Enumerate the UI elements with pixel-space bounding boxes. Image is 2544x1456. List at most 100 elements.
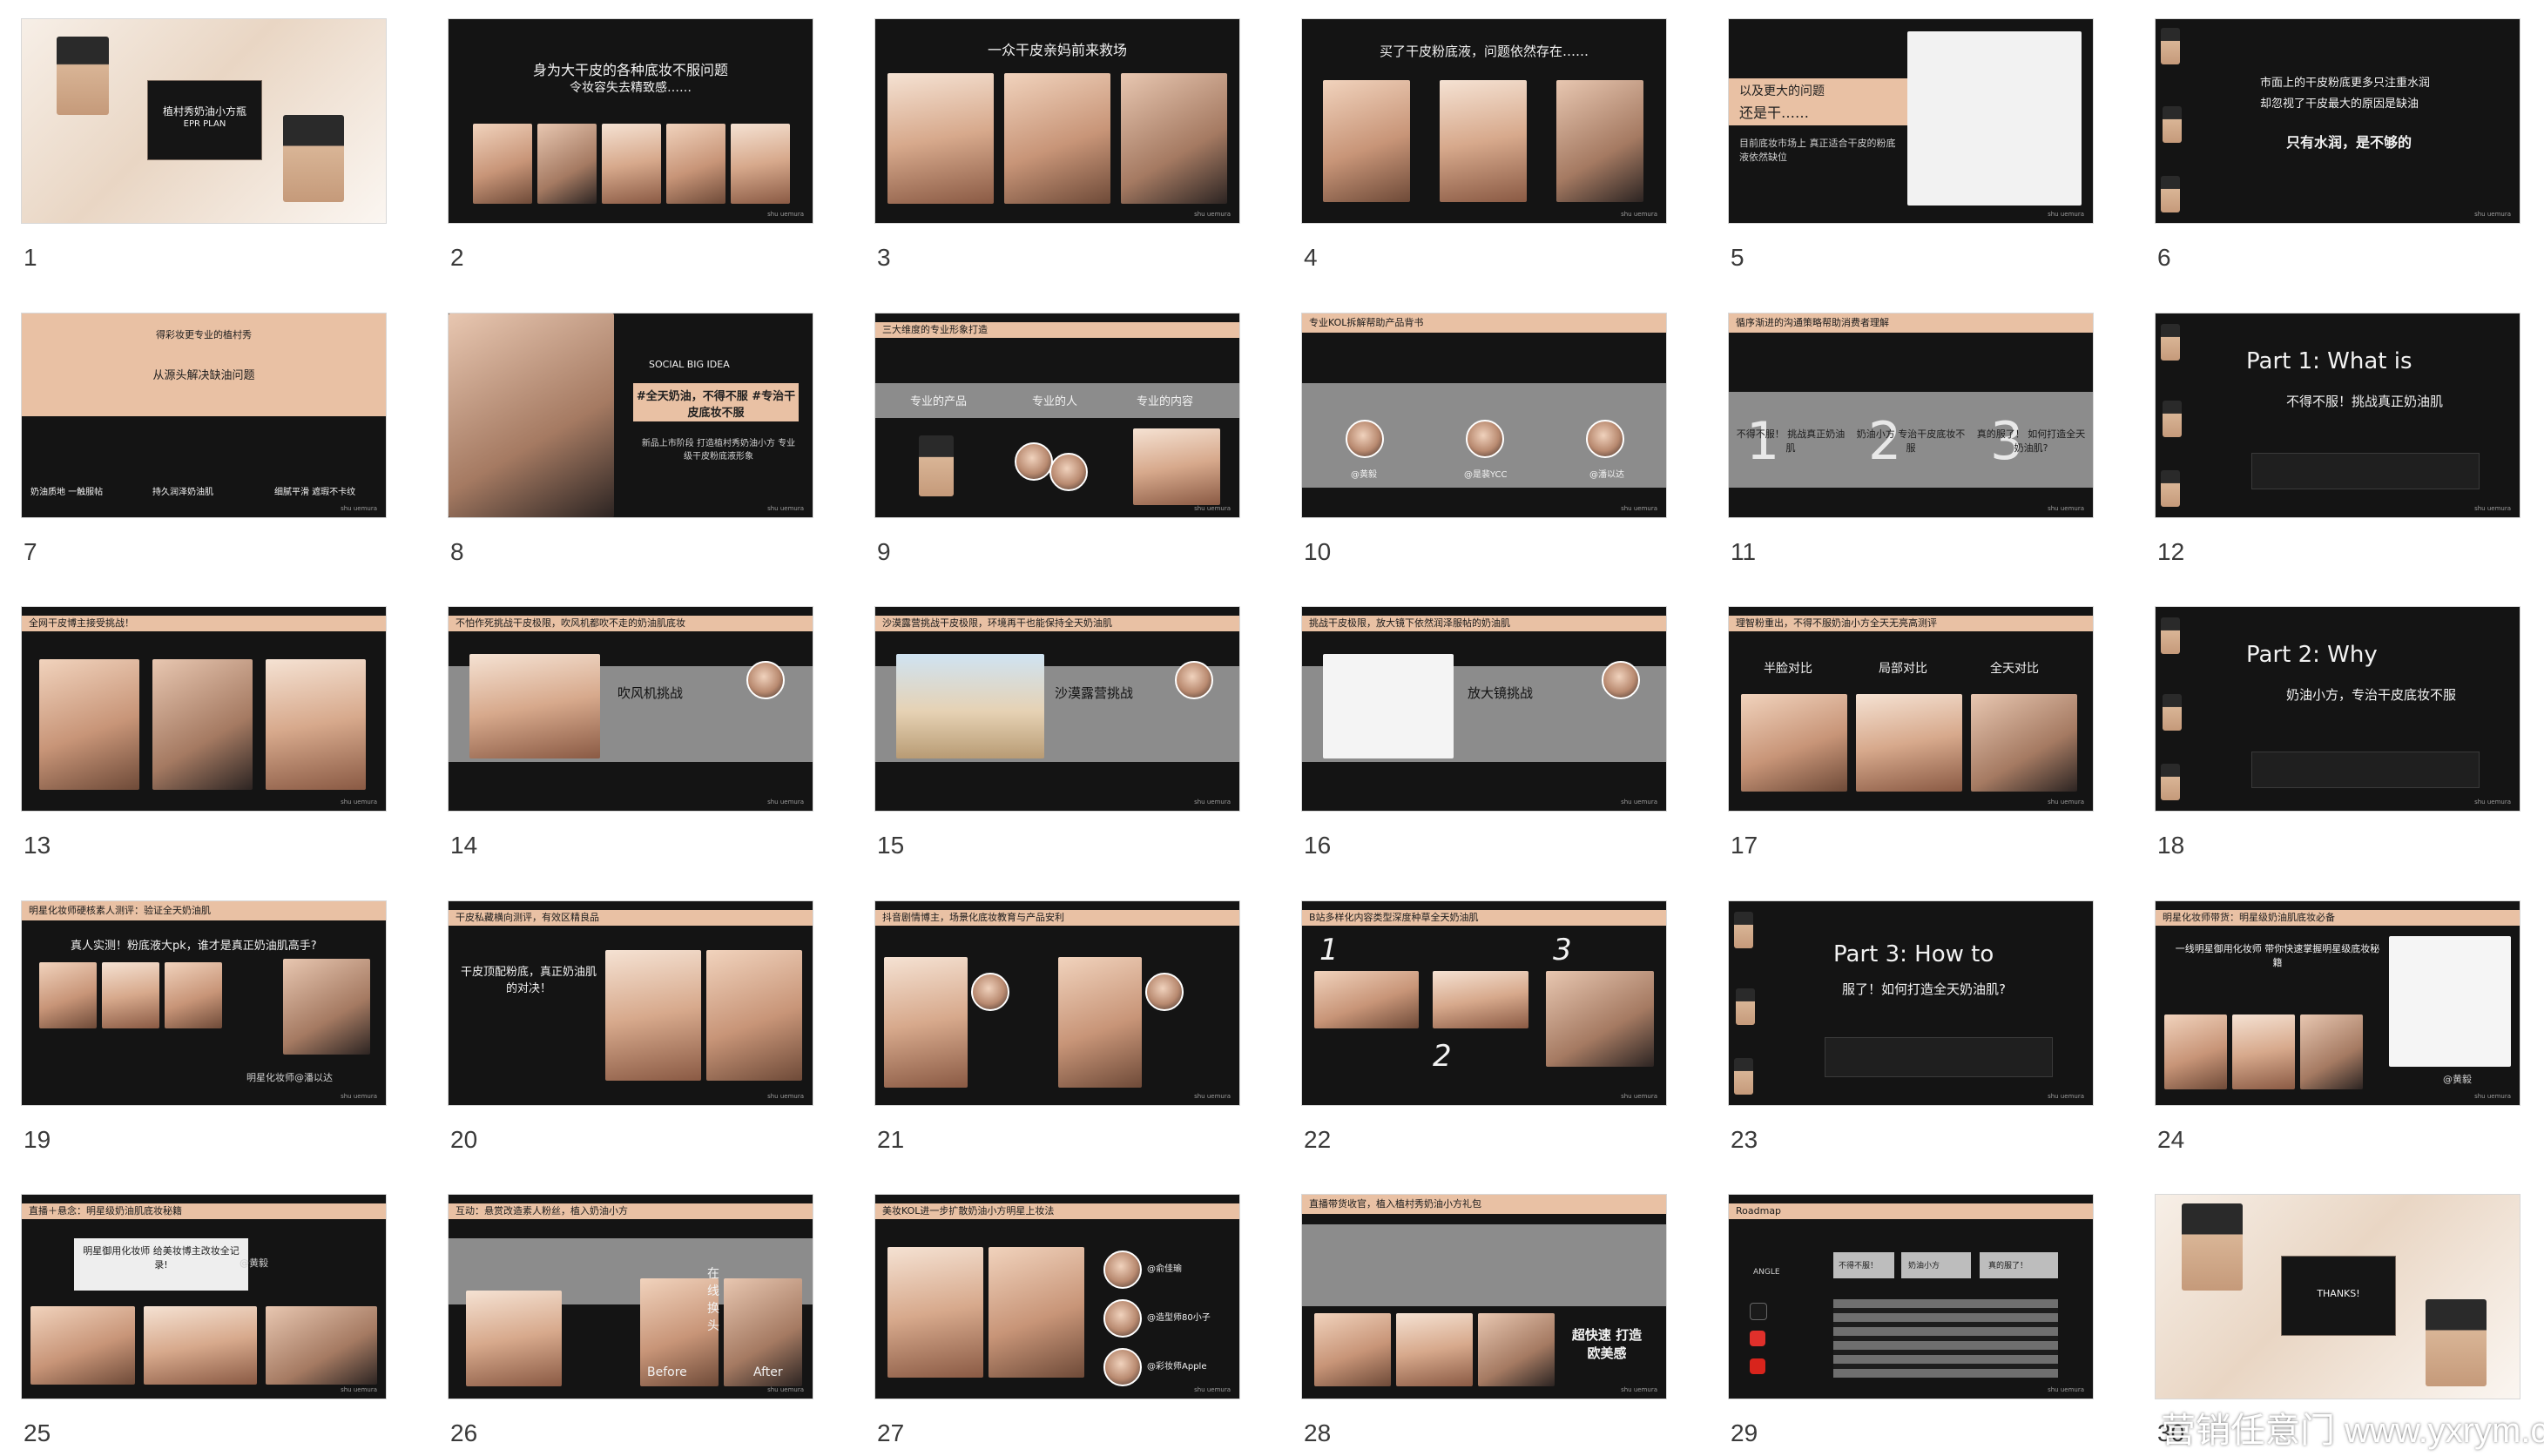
slide-body: 只有水润，是不够的	[2286, 134, 2412, 151]
product-bottle-image	[2161, 28, 2180, 64]
after-label: After	[753, 1365, 783, 1379]
slide-thumbnail[interactable]: 一众干皮亲妈前来救场 shu uemura	[875, 19, 1239, 223]
slide-subtitle: 从源头解决缺油问题	[152, 369, 255, 382]
pillar-label: 专业的产品	[910, 395, 968, 408]
slide-thumbnail[interactable]: THANKS!	[2156, 1195, 2520, 1399]
slide-title-bar: 互动：悬赏改造素人粉丝，植入奶油小方	[449, 1203, 813, 1219]
douyin-video-cover	[1058, 957, 1142, 1088]
slide-12[interactable]: Part 1: What is 不得不服！挑战真正奶油肌 shu uemura …	[2156, 313, 2520, 575]
slide-subtitle: 服了！如何打造全天奶油肌?	[1842, 981, 2006, 997]
step-label: 不得不服！ 挑战真正奶油肌	[1736, 428, 1846, 454]
slide-title-bar: 循序渐进的沟通策略帮助消费者理解	[1729, 313, 2093, 333]
product-bottle-image	[2182, 1203, 2243, 1291]
slide-15[interactable]: 沙漠露营挑战干皮极限，环境再干也能保持全天奶油肌 沙漠露营挑战 shu uemu…	[875, 607, 1239, 868]
product-bottle-image	[2426, 1299, 2487, 1386]
test-photo	[165, 962, 222, 1028]
slide-1[interactable]: 植村秀奶油小方瓶 EPR PLAN 1	[22, 19, 386, 280]
slide-27[interactable]: 美妆KOL进一步扩散奶油小方明星上妆法 @俞佳瑜 @造型师80小子 @彩妆师Ap…	[875, 1195, 1239, 1456]
slide-19[interactable]: 明星化妆师硬核素人测评：验证全天奶油肌 真人实测！粉底液大pk，谁才是真正奶油肌…	[22, 901, 386, 1163]
kol-avatar	[746, 661, 785, 699]
slide-21[interactable]: 抖音剧情博主，场景化底妆教育与产品安利 shu uemura 21	[875, 901, 1239, 1163]
slide-thumbnail[interactable]: 沙漠露营挑战干皮极限，环境再干也能保持全天奶油肌 沙漠露营挑战 shu uemu…	[875, 607, 1239, 811]
slide-number: 17	[1731, 832, 1758, 859]
slide-4[interactable]: 买了干皮粉底液，问题依然存在…… shu uemura 4	[1302, 19, 1666, 280]
brand-logo: shu uemura	[1621, 211, 1657, 218]
slide-subtitle: 一线明星御用化妆师 带你快速掌握明星级底妆秘籍	[2175, 943, 2380, 968]
slide-thumbnail[interactable]: 市面上的干皮粉底更多只注重水润 却忽视了干皮最大的原因是缺油 只有水润，是不够的…	[2156, 19, 2520, 223]
slide-thumbnail[interactable]: 不怕作死挑战干皮极限，吹风机都吹不走的奶油肌底妆 吹风机挑战 shu uemur…	[449, 607, 813, 811]
slide-thumbnail[interactable]: 买了干皮粉底液，问题依然存在…… shu uemura	[1302, 19, 1666, 223]
slide-thumbnail[interactable]: B站多样化内容类型深度种草全天奶油肌 1 3 2 shu uemura	[1302, 901, 1666, 1105]
kol-avatar	[1602, 661, 1640, 699]
slide-26[interactable]: 互动：悬赏改造素人粉丝，植入奶油小方 Before After 在线换头 shu…	[449, 1195, 813, 1456]
blogger-photo	[266, 659, 366, 790]
slide-thumbnail[interactable]: 直播带货收官，植入植村秀奶油小方礼包 超快速 打造 欧美感 shu uemura	[1302, 1195, 1666, 1399]
product-bottle-image	[1736, 988, 1755, 1025]
slide-thumbnail[interactable]: 直播＋悬念：明星级奶油肌底妆秘籍 明星御用化妆师 给美妆博主改妆全记录! @黄毅…	[22, 1195, 386, 1399]
slide-25[interactable]: 直播＋悬念：明星级奶油肌底妆秘籍 明星御用化妆师 给美妆博主改妆全记录! @黄毅…	[22, 1195, 386, 1456]
slide-17[interactable]: 理智粉重出，不得不服奶油小方全天无亮高测评 半脸对比 局部对比 全天对比 shu…	[1729, 607, 2093, 868]
slide-6[interactable]: 市面上的干皮粉底更多只注重水润 却忽视了干皮最大的原因是缺油 只有水润，是不够的…	[2156, 19, 2520, 280]
slide-thumbnail[interactable]: 挑战干皮极限，放大镜下依然润泽服帖的奶油肌 放大镜挑战 shu uemura	[1302, 607, 1666, 811]
slide-11[interactable]: 循序渐进的沟通策略帮助消费者理解 1 2 3 不得不服！ 挑战真正奶油肌 奶油小…	[1729, 313, 2093, 575]
slide-thumbnail[interactable]: Roadmap ANGLE 不得不服！ 奶油小方 真的服了！ shu uemur…	[1729, 1195, 2093, 1399]
slide-thumbnail[interactable]: 明星化妆师带货：明星级奶油肌底妆必备 一线明星御用化妆师 带你快速掌握明星级底妆…	[2156, 901, 2520, 1105]
slide-10[interactable]: 专业KOL拆解帮助产品背书 @黄毅 @是裴YCC @潘以达 shu uemura…	[1302, 313, 1666, 575]
kol-post-screenshot	[887, 1247, 983, 1378]
slide-28[interactable]: 直播带货收官，植入植村秀奶油小方礼包 超快速 打造 欧美感 shu uemura…	[1302, 1195, 1666, 1456]
slide-thumbnail[interactable]: 抖音剧情博主，场景化底妆教育与产品安利 shu uemura	[875, 901, 1239, 1105]
brand-logo: shu uemura	[1621, 1093, 1657, 1100]
slide-thumbnail[interactable]: 专业KOL拆解帮助产品背书 @黄毅 @是裴YCC @潘以达 shu uemura	[1302, 313, 1666, 517]
slide-24[interactable]: 明星化妆师带货：明星级奶油肌底妆必备 一线明星御用化妆师 带你快速掌握明星级底妆…	[2156, 901, 2520, 1163]
slide-thumbnail[interactable]: Part 2: Why 奶油小方，专治干皮底妆不服 shu uemura	[2156, 607, 2520, 811]
slide-thumbnail[interactable]: SOCIAL BIG IDEA #全天奶油，不得不服 #专治干皮底妆不服 新品上…	[449, 313, 813, 517]
slide-thumbnail[interactable]: 美妆KOL进一步扩散奶油小方明星上妆法 @俞佳瑜 @造型师80小子 @彩妆师Ap…	[875, 1195, 1239, 1399]
slide-22[interactable]: B站多样化内容类型深度种草全天奶油肌 1 3 2 shu uemura 22	[1302, 901, 1666, 1163]
slide-29[interactable]: Roadmap ANGLE 不得不服！ 奶油小方 真的服了！ shu uemur…	[1729, 1195, 2093, 1456]
slide-thumbnail[interactable]: 以及更大的问题 还是干…… 目前底妆市场上 真正适合干皮的粉底液依然缺位 shu…	[1729, 19, 2093, 223]
slide-2[interactable]: 身为大干皮的各种底妆不服问题 令妆容失去精致感…… shu uemura 2	[449, 19, 813, 280]
live-screenshot	[30, 1306, 135, 1385]
slide-3[interactable]: 一众干皮亲妈前来救场 shu uemura 3	[875, 19, 1239, 280]
review-screenshot	[1440, 80, 1527, 202]
comparison-photo	[1741, 694, 1847, 792]
slide-thumbnail[interactable]: 得彩妆更专业的植村秀 从源头解决缺油问题 奶油质地 一触服帖 持久润泽奶油肌 细…	[22, 313, 386, 517]
slide-thumbnail[interactable]: 互动：悬赏改造素人粉丝，植入奶油小方 Before After 在线换头 shu…	[449, 1195, 813, 1399]
slide-thumbnail[interactable]: 三大维度的专业形象打造 专业的产品 专业的人 专业的内容 shu uemura	[875, 313, 1239, 517]
slide-20[interactable]: 干皮私藏横向测评，有效区精良品 干皮顶配粉底，真正奶油肌的对决！ shu uem…	[449, 901, 813, 1163]
comparison-label: 局部对比	[1879, 662, 1927, 676]
slide-23[interactable]: Part 3: How to 服了！如何打造全天奶油肌? shu uemura …	[1729, 901, 2093, 1163]
slide-thumbnail[interactable]: 循序渐进的沟通策略帮助消费者理解 1 2 3 不得不服！ 挑战真正奶油肌 奶油小…	[1729, 313, 2093, 517]
slide-number: 16	[1304, 832, 1332, 859]
slide-18[interactable]: Part 2: Why 奶油小方，专治干皮底妆不服 shu uemura 18	[2156, 607, 2520, 868]
face-photo	[473, 124, 532, 204]
slide-thumbnail[interactable]: 干皮私藏横向测评，有效区精良品 干皮顶配粉底，真正奶油肌的对决！ shu uem…	[449, 901, 813, 1105]
slide-title-bar: 美妆KOL进一步扩散奶油小方明星上妆法	[875, 1203, 1239, 1219]
slide-number: 7	[24, 538, 37, 565]
product-bottle-image	[283, 115, 344, 202]
slide-title: Part 3: How to	[1833, 941, 1994, 967]
slide-thumbnail[interactable]: 明星化妆师硬核素人测评：验证全天奶油肌 真人实测！粉底液大pk，谁才是真正奶油肌…	[22, 901, 386, 1105]
benefit-label: 细腻平滑 遮瑕不卡纹	[274, 488, 356, 497]
slide-thumbnail[interactable]: 理智粉重出，不得不服奶油小方全天无亮高测评 半脸对比 局部对比 全天对比 shu…	[1729, 607, 2093, 811]
brand-logo: shu uemura	[2048, 505, 2084, 512]
product-bottle-image	[2161, 176, 2180, 212]
test-photo	[39, 962, 97, 1028]
slide-8[interactable]: SOCIAL BIG IDEA #全天奶油，不得不服 #专治干皮底妆不服 新品上…	[449, 313, 813, 575]
slide-14[interactable]: 不怕作死挑战干皮极限，吹风机都吹不走的奶油肌底妆 吹风机挑战 shu uemur…	[449, 607, 813, 868]
slide-thumbnail[interactable]: Part 3: How to 服了！如何打造全天奶油肌? shu uemura	[1729, 901, 2093, 1105]
slide-thumbnail[interactable]: 全网干皮博主接受挑战！ shu uemura	[22, 607, 386, 811]
slide-9[interactable]: 三大维度的专业形象打造 专业的产品 专业的人 专业的内容 shu uemura …	[875, 313, 1239, 575]
slide-16[interactable]: 挑战干皮极限，放大镜下依然润泽服帖的奶油肌 放大镜挑战 shu uemura 1…	[1302, 607, 1666, 868]
slide-13[interactable]: 全网干皮博主接受挑战！ shu uemura 13	[22, 607, 386, 868]
slide-thumbnail[interactable]: 身为大干皮的各种底妆不服问题 令妆容失去精致感…… shu uemura	[449, 19, 813, 223]
brand-logo: shu uemura	[1621, 799, 1657, 806]
slide-thumbnail[interactable]: 植村秀奶油小方瓶 EPR PLAN	[22, 19, 386, 223]
kol-avatar	[1175, 661, 1213, 699]
slide-number: 8	[450, 538, 464, 565]
slide-title-bar: 不怕作死挑战干皮极限，吹风机都吹不走的奶油肌底妆	[449, 616, 813, 631]
slide-7[interactable]: 得彩妆更专业的植村秀 从源头解决缺油问题 奶油质地 一触服帖 持久润泽奶油肌 细…	[22, 313, 386, 575]
slide-thumbnail[interactable]: Part 1: What is 不得不服！挑战真正奶油肌 shu uemura	[2156, 313, 2520, 517]
slide-5[interactable]: 以及更大的问题 还是干…… 目前底妆市场上 真正适合干皮的粉底液依然缺位 shu…	[1729, 19, 2093, 280]
product-bottle-image	[2161, 324, 2180, 361]
